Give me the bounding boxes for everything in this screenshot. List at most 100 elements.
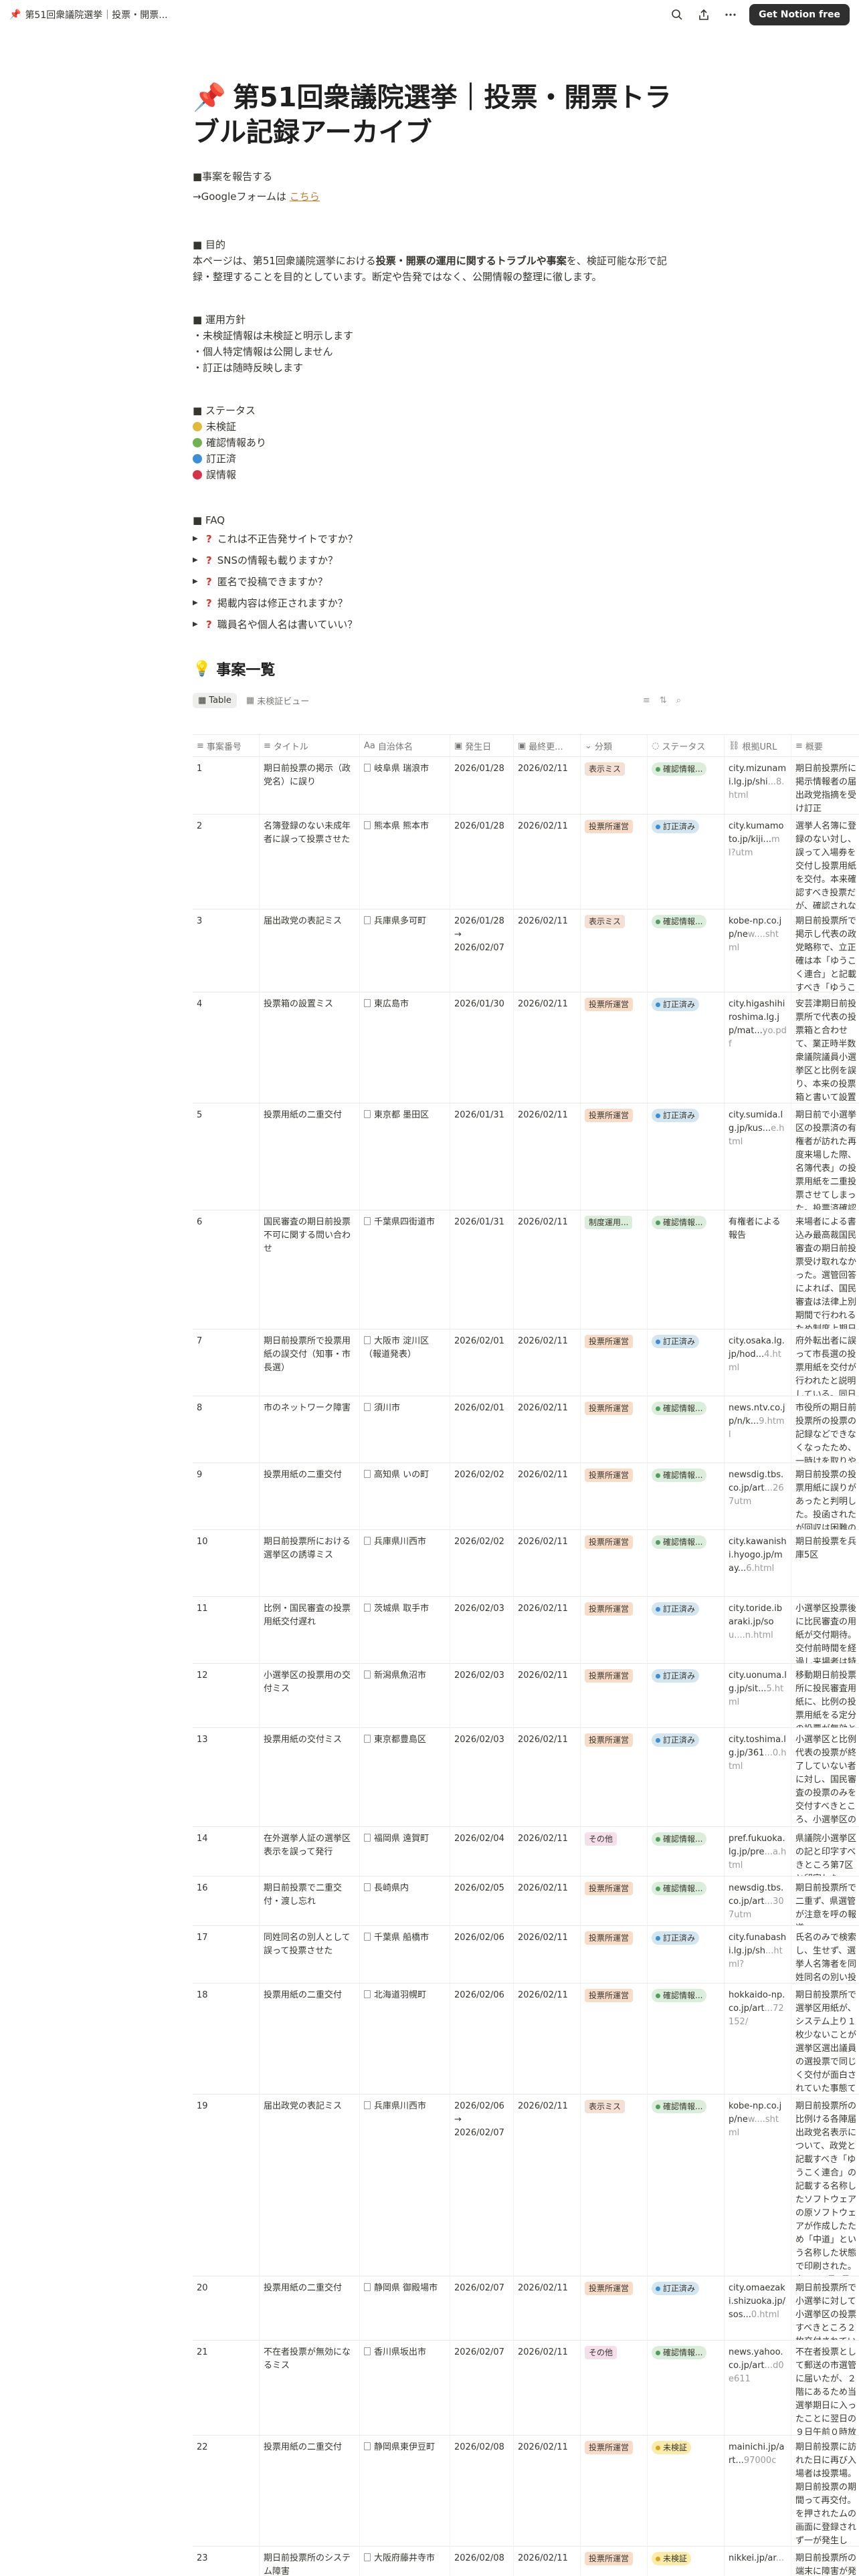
- cell-title[interactable]: 比例・国民審査の投票用紙交付遅れ: [260, 1597, 360, 1663]
- header-category[interactable]: ⌄ 分類: [581, 735, 648, 756]
- cell-summary[interactable]: 市役所の期日前投票所の投票の記録などできなくなったため、一時けを取りやめ: [791, 1396, 859, 1463]
- header-updated[interactable]: ▣ 最終更...: [514, 735, 581, 756]
- cell-status[interactable]: 確認情報...: [648, 1530, 725, 1596]
- cell-status[interactable]: 訂正済み: [648, 1728, 725, 1826]
- table-row[interactable]: 14 在外選挙人証の選挙区表示を誤って発行 福岡県 遠賀町 2026/02/04 202…: [193, 1827, 859, 1876]
- cell-status[interactable]: 未検証: [648, 2547, 725, 2576]
- cell-category[interactable]: 投票所運営: [581, 1463, 648, 1529]
- cell-url[interactable]: city.higashihiroshima.lg.jp/mat...yo.pdf: [725, 992, 791, 1103]
- table-row[interactable]: 9 投票用紙の二重交付 高知県 いの町 2026/02/02 2026/02/11 投票所…: [193, 1463, 859, 1530]
- cell-title[interactable]: 投票箱の設置ミス: [260, 992, 360, 1103]
- cell-url[interactable]: city.osaka.lg.jp/hod...4.html: [725, 1329, 791, 1396]
- more-options-icon[interactable]: [723, 7, 739, 23]
- cell-url[interactable]: newsdig.tbs.co.jp/art...307utm: [725, 1876, 791, 1925]
- cell-status[interactable]: 確認情報...: [648, 909, 725, 992]
- cell-status[interactable]: 訂正済み: [648, 815, 725, 909]
- cell-city[interactable]: 長崎県内: [360, 1876, 450, 1925]
- table-row[interactable]: 13 投票用紙の交付ミス 東京都豊島区 2026/02/03 2026/02/11 投票所…: [193, 1728, 859, 1827]
- header-summary[interactable]: ≡ 概要: [791, 735, 859, 756]
- cell-status[interactable]: 確認情報...: [648, 757, 725, 814]
- cell-title[interactable]: 投票用紙の二重交付: [260, 2436, 360, 2546]
- cell-category[interactable]: 投票所運営: [581, 1926, 648, 1983]
- cell-url[interactable]: city.funabashi.lg.jp/sh...html?: [725, 1926, 791, 1983]
- cell-title[interactable]: 期日前投票所における選挙区の誘導ミス: [260, 1530, 360, 1596]
- faq-toggle[interactable]: ▶? SNSの情報も載りますか？: [193, 550, 859, 571]
- cell-status[interactable]: 確認情報...: [648, 1876, 725, 1925]
- tab-table[interactable]: ▦ Table: [193, 693, 237, 708]
- cell-summary[interactable]: 小選挙区投票後に比民審査の用紙が交付期待。交付前時間を経過し来場者は特定できない: [791, 1597, 859, 1663]
- tab-unverified-view[interactable]: ▦ 未検証ビュー: [241, 691, 314, 710]
- cell-status[interactable]: 訂正済み: [648, 1664, 725, 1727]
- cell-summary[interactable]: 氏名のみで検索し、生せず、選挙人名簿者を同姓同名の別い投票させたため。: [791, 1926, 859, 1983]
- cell-category[interactable]: 投票所運営: [581, 1530, 648, 1596]
- cell-url[interactable]: city.toshima.lg.jp/361...0.html: [725, 1728, 791, 1826]
- table-row[interactable]: 8 市のネットワーク障害 須川市 2026/02/01 2026/02/11 投票所運営 確…: [193, 1396, 859, 1463]
- sort-icon[interactable]: ⇅: [660, 695, 667, 706]
- cell-status[interactable]: 確認情報...: [648, 1983, 725, 2094]
- cell-status[interactable]: 訂正済み: [648, 1329, 725, 1396]
- table-row[interactable]: 5 投票用紙の二重交付 東京都 墨田区 2026/01/31 2026/02/11 投票所…: [193, 1103, 859, 1210]
- cell-url[interactable]: city.kumamoto.jp/kiji...ml?utm: [725, 815, 791, 909]
- cell-category[interactable]: 投票所運営: [581, 2547, 648, 2576]
- cell-status[interactable]: 訂正済み: [648, 2276, 725, 2340]
- cell-summary[interactable]: 選挙人名簿に登録のない対し、誤って入場券を交付し投票用紙を交付。本来確認すべき投…: [791, 815, 859, 909]
- cell-title[interactable]: 小選挙区の投票用の交付ミス: [260, 1664, 360, 1727]
- cell-url[interactable]: mainichi.jp/art...97000c: [725, 2436, 791, 2546]
- cell-city[interactable]: 静岡県 御殿場市: [360, 2276, 450, 2340]
- cell-status[interactable]: 訂正済み: [648, 1926, 725, 1983]
- cell-summary[interactable]: 期日前で小選挙区の投票済の有権者が訪れた再度来場した際、名簿代表」の投票用紙を二…: [791, 1103, 859, 1210]
- cell-url[interactable]: 有権者による報告: [725, 1210, 791, 1329]
- cell-title[interactable]: 在外選挙人証の選挙区表示を誤って発行: [260, 1827, 360, 1876]
- cell-url[interactable]: newsdig.tbs.co.jp/art...267utm: [725, 1463, 791, 1529]
- cell-city[interactable]: 岐阜県 瑞浪市: [360, 757, 450, 814]
- cell-summary[interactable]: 期日前投票の投票用紙に誤りがあったと判明した。投函されたが回収は困難のため、有効…: [791, 1463, 859, 1529]
- table-row[interactable]: 6 国民審査の期日前投票不可に関する問い合わせ 千葉県四街道市 2026/01/31 2…: [193, 1210, 859, 1329]
- header-status[interactable]: ◌ ステータス: [648, 735, 725, 756]
- cell-url[interactable]: pref.fukuoka.lg.jp/pre...a.html: [725, 1827, 791, 1876]
- cell-category[interactable]: 投票所運営: [581, 1597, 648, 1663]
- search-icon[interactable]: ⌕: [676, 695, 681, 706]
- header-url[interactable]: ⛓ 根拠URL: [725, 735, 791, 756]
- table-row[interactable]: 12 小選挙区の投票用の交付ミス 新潟県魚沼市 2026/02/03 2026/02/1…: [193, 1664, 859, 1728]
- cell-title[interactable]: 期日前投票の掲示（政党名）に誤り: [260, 757, 360, 814]
- cell-title[interactable]: 投票用紙の二重交付: [260, 1103, 360, 1210]
- cell-city[interactable]: 福岡県 遠賀町: [360, 1827, 450, 1876]
- cell-city[interactable]: 茨城県 取手市: [360, 1597, 450, 1663]
- cell-summary[interactable]: 来場者による書込み最高裁国民審査の期日前投票受け取れなかった。選管回答によれば、…: [791, 1210, 859, 1329]
- cell-status[interactable]: 訂正済み: [648, 992, 725, 1103]
- cell-city[interactable]: 北海道羽幌町: [360, 1983, 450, 2094]
- faq-toggle[interactable]: ▶? 匿名で投稿できますか？: [193, 571, 859, 593]
- cell-title[interactable]: 投票用紙の二重交付: [260, 1983, 360, 2094]
- cell-category[interactable]: 投票所運営: [581, 2276, 648, 2340]
- cell-city[interactable]: 大阪市 淀川区（報道発表）: [360, 1329, 450, 1396]
- breadcrumb[interactable]: 📌 第51回衆議院選挙｜投票・開票...: [9, 8, 168, 21]
- cell-city[interactable]: 東京都豊島区: [360, 1728, 450, 1826]
- cell-url[interactable]: city.kawanishi.hyogo.jp/may...6.html: [725, 1530, 791, 1596]
- cell-category[interactable]: 投票所運営: [581, 1329, 648, 1396]
- cell-category[interactable]: 投票所運営: [581, 1728, 648, 1826]
- header-title[interactable]: ≡ タイトル: [260, 735, 360, 756]
- cell-city[interactable]: 千葉県 船橋市: [360, 1926, 450, 1983]
- cell-city[interactable]: 熊本県 熊本市: [360, 815, 450, 909]
- cell-summary[interactable]: 期日前投票を兵庫5区: [791, 1530, 859, 1596]
- cell-summary[interactable]: 小選挙区と比例代表の投票が終了していない者に対し、国民審査の投票のみを交付すべき…: [791, 1728, 859, 1826]
- cell-category[interactable]: 投票所運営: [581, 815, 648, 909]
- cell-category[interactable]: 投票所運営: [581, 1103, 648, 1210]
- cell-status[interactable]: 未検証: [648, 2436, 725, 2546]
- table-row[interactable]: 3 届出政党の表記ミス 兵庫県多可町 2026/01/28 → 2026/02/07 2…: [193, 909, 859, 992]
- cell-status[interactable]: 確認情報...: [648, 1210, 725, 1329]
- table-row[interactable]: 18 投票用紙の二重交付 北海道羽幌町 2026/02/06 2026/02/11 投票所…: [193, 1983, 859, 2095]
- faq-toggle[interactable]: ▶? これは不正告発サイトですか？: [193, 528, 859, 550]
- cell-city[interactable]: 高知県 いの町: [360, 1463, 450, 1529]
- cell-url[interactable]: nikkei.jp/ar...: [725, 2547, 791, 2576]
- cell-title[interactable]: 市のネットワーク障害: [260, 1396, 360, 1463]
- cell-url[interactable]: city.uonuma.lg.jp/sit...5.html: [725, 1664, 791, 1727]
- faq-toggle[interactable]: ▶? 掲載内容は修正されますか？: [193, 593, 859, 614]
- cell-category[interactable]: 投票所運営: [581, 992, 648, 1103]
- cell-category[interactable]: 投票所運営: [581, 1396, 648, 1463]
- cell-summary[interactable]: 期日前投票に訪れた日に再び入場者は投票場。期日前投票の期間って再交付。を押された…: [791, 2436, 859, 2546]
- cell-title[interactable]: 名簿登録のない未成年者に誤って投票させた: [260, 815, 360, 909]
- cell-title[interactable]: 投票用紙の二重交付: [260, 2276, 360, 2340]
- cell-category[interactable]: 制度運用...: [581, 1210, 648, 1329]
- cell-summary[interactable]: 期日前投票所の端末に障害が発生した。: [791, 2547, 859, 2576]
